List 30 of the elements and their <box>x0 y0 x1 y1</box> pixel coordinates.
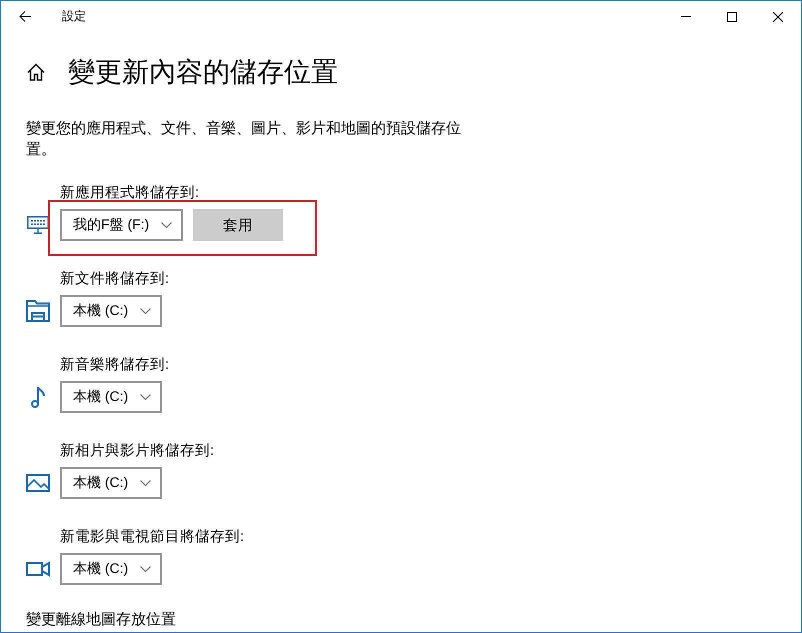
offline-maps-label: 變更離線地圖存放位置 <box>26 610 176 630</box>
back-arrow-icon <box>19 11 31 22</box>
setting-label: 新應用程式將儲存到: <box>60 184 200 203</box>
apply-button[interactable]: 套用 <box>193 209 284 241</box>
window-title: 設定 <box>62 8 86 25</box>
maximize-icon <box>727 12 737 22</box>
setting-label: 新相片與影片將儲存到: <box>60 442 214 461</box>
monitor-icon <box>27 216 49 234</box>
folder-icon <box>26 300 50 322</box>
close-icon <box>773 12 783 22</box>
drive-dropdown[interactable]: 本機 (C:) <box>60 295 162 327</box>
chevron-down-icon <box>161 222 172 228</box>
drive-dropdown[interactable]: 本機 (C:) <box>60 553 162 585</box>
video-camera-icon <box>26 561 50 577</box>
chevron-down-icon <box>140 308 152 314</box>
chevron-down-icon <box>140 480 152 486</box>
drive-dropdown[interactable]: 本機 (C:) <box>60 381 162 413</box>
chevron-down-icon <box>140 394 152 400</box>
setting-label: 新文件將儲存到: <box>60 270 170 289</box>
drive-dropdown[interactable]: 我的F盤 (F:) <box>60 209 184 241</box>
page-title: 變更新內容的儲存位置 <box>68 56 338 89</box>
setting-label: 新音樂將儲存到: <box>60 356 170 375</box>
chevron-down-icon <box>140 566 152 572</box>
picture-icon <box>26 474 50 492</box>
music-note-icon <box>31 386 45 408</box>
description-text: 變更您的應用程式、文件、音樂、圖片、影片和地圖的預設儲存位置。 <box>26 119 462 160</box>
setting-label: 新電影與電視節目將儲存到: <box>60 528 244 547</box>
home-icon[interactable] <box>27 63 45 81</box>
minimize-icon <box>681 16 691 17</box>
drive-dropdown[interactable]: 本機 (C:) <box>60 467 162 499</box>
